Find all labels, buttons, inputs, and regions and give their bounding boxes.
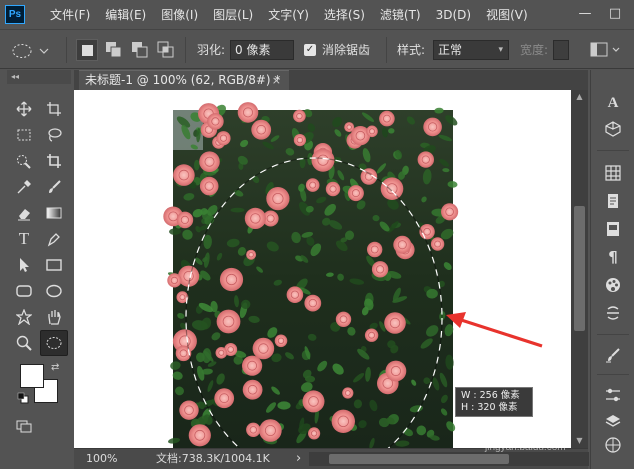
type-icon[interactable]: T xyxy=(11,227,37,251)
panel-divider xyxy=(597,374,629,375)
selection-width-readout: W : 256 像素 xyxy=(461,390,520,401)
character-styles-icon[interactable]: A xyxy=(599,92,627,114)
brush-icon[interactable] xyxy=(41,175,67,199)
brush-settings-icon[interactable] xyxy=(599,344,627,366)
menu-items: 文件(F) 编辑(E) 图像(I) 图层(L) 文字(Y) 选择(S) 滤镜(T) 3D(D)… xyxy=(50,0,543,30)
path-select-icon[interactable] xyxy=(11,253,37,277)
panel-divider xyxy=(597,334,629,335)
width-input[interactable] xyxy=(553,40,569,60)
document-size-info: 文档:738.3K/1004.1K xyxy=(156,452,270,465)
move-icon[interactable] xyxy=(11,97,37,121)
watermark-url: jingyan.baidu.com xyxy=(485,442,566,453)
subtract-selection-button[interactable] xyxy=(130,40,150,60)
toolbar-collapse-bar[interactable]: ◂◂ xyxy=(7,70,71,84)
mask-panel-icon xyxy=(590,42,620,57)
rounded-rect-icon[interactable] xyxy=(11,279,37,303)
properties-icon[interactable] xyxy=(599,218,627,240)
width-label: 宽度: xyxy=(520,43,549,57)
swap-colors-icon[interactable]: ⇄ xyxy=(51,362,59,373)
menu-item-7[interactable]: 3D(D) xyxy=(436,0,471,30)
default-colors-icon[interactable] xyxy=(17,392,29,404)
options-separator xyxy=(185,37,186,63)
close-icon[interactable]: × xyxy=(272,71,281,90)
style-select[interactable]: 正常 ▾ xyxy=(433,40,509,60)
tool-preset-picker[interactable] xyxy=(10,41,50,61)
watermark-logo-text: Bai 经验 xyxy=(475,417,568,444)
paragraph-icon[interactable]: ¶ xyxy=(599,246,627,268)
subtract-selection-icon xyxy=(132,42,148,58)
menu-item-1[interactable]: 编辑(E) xyxy=(105,0,146,30)
style-label: 样式: xyxy=(397,43,426,57)
libraries-icon[interactable] xyxy=(599,190,627,212)
add-selection-icon xyxy=(106,42,122,58)
swatches-icon[interactable] xyxy=(599,162,627,184)
feather-label: 羽化: xyxy=(197,43,226,57)
eyedropper-icon[interactable] xyxy=(11,175,37,199)
menu-item-5[interactable]: 选择(S) xyxy=(324,0,365,30)
glyph-icon[interactable] xyxy=(599,302,627,324)
document-tab-bar: 未标题-1 @ 100% (62, RGB/8#) * × xyxy=(74,70,588,90)
menu-item-4[interactable]: 文字(Y) xyxy=(268,0,309,30)
eraser-icon[interactable] xyxy=(11,201,37,225)
options-separator xyxy=(66,37,67,63)
menu-bar: Ps 文件(F) 编辑(E) 图像(I) 图层(L) 文字(Y) 选择(S) 滤镜(T) 3D… xyxy=(0,0,634,30)
menu-item-6[interactable]: 滤镜(T) xyxy=(380,0,421,30)
document-tab[interactable]: 未标题-1 @ 100% (62, RGB/8#) * × xyxy=(79,70,289,90)
document-tab-title: 未标题-1 @ 100% (62, RGB/8#) * xyxy=(85,73,281,87)
menu-item-2[interactable]: 图像(I) xyxy=(161,0,198,30)
3d-icon[interactable] xyxy=(599,118,627,140)
new-selection-button[interactable] xyxy=(76,39,98,61)
options-separator xyxy=(386,37,387,63)
select-and-mask-button[interactable] xyxy=(585,39,625,61)
marquee-ellipse-icon[interactable] xyxy=(40,330,68,356)
status-menu-arrow[interactable]: › xyxy=(296,449,301,469)
artboard-icon[interactable] xyxy=(41,97,67,121)
adjustments-icon[interactable] xyxy=(599,384,627,406)
gradient-icon[interactable] xyxy=(41,201,67,225)
chevron-down-icon: ▾ xyxy=(498,45,503,55)
panel-divider xyxy=(597,150,629,151)
antialias-checkbox[interactable]: ✓ xyxy=(304,44,316,56)
intersect-selection-button[interactable] xyxy=(156,40,176,60)
foreground-color-swatch[interactable] xyxy=(20,364,44,388)
antialias-label: 消除锯齿 xyxy=(322,43,371,57)
menu-item-0[interactable]: 文件(F) xyxy=(50,0,90,30)
add-to-selection-button[interactable] xyxy=(104,40,124,60)
vertical-scrollbar[interactable]: ▲ ▼ xyxy=(571,90,588,448)
intersect-selection-icon xyxy=(157,41,174,58)
color-icon[interactable] xyxy=(599,274,627,296)
rectangle-icon[interactable] xyxy=(41,253,67,277)
tools-panel: T ⇄ xyxy=(7,92,71,442)
baidu-watermark: Bai 经验 jingyan.baidu.com xyxy=(475,410,625,458)
hand-icon[interactable] xyxy=(41,305,67,329)
pen-icon[interactable] xyxy=(41,227,67,251)
lasso-icon[interactable] xyxy=(41,123,67,147)
scroll-up-icon[interactable]: ▲ xyxy=(571,90,588,104)
quick-select-icon[interactable] xyxy=(11,149,37,173)
crop-icon[interactable] xyxy=(41,149,67,173)
vertical-scroll-thumb[interactable] xyxy=(574,206,585,331)
menu-item-3[interactable]: 图层(L) xyxy=(213,0,253,30)
zoom-icon[interactable] xyxy=(11,331,37,355)
maximize-button[interactable]: □ xyxy=(600,0,630,30)
quick-mask-icon[interactable] xyxy=(11,414,37,438)
menu-item-8[interactable]: 视图(V) xyxy=(486,0,528,30)
style-select-value: 正常 xyxy=(438,43,463,57)
ps-logo: Ps xyxy=(5,5,25,24)
new-selection-icon xyxy=(81,44,93,56)
marquee-ellipse-icon xyxy=(12,44,49,58)
options-bar: 羽化: 0 像素 ✓ 消除锯齿 样式: 正常 ▾ 宽度: xyxy=(0,31,634,69)
marquee-rect-icon[interactable] xyxy=(11,123,37,147)
feather-input[interactable]: 0 像素 xyxy=(230,40,294,60)
minimize-button[interactable]: — xyxy=(570,0,600,30)
custom-shape-icon[interactable] xyxy=(11,305,37,329)
ellipse-icon[interactable] xyxy=(41,279,67,303)
zoom-level[interactable]: 100% xyxy=(86,449,117,469)
